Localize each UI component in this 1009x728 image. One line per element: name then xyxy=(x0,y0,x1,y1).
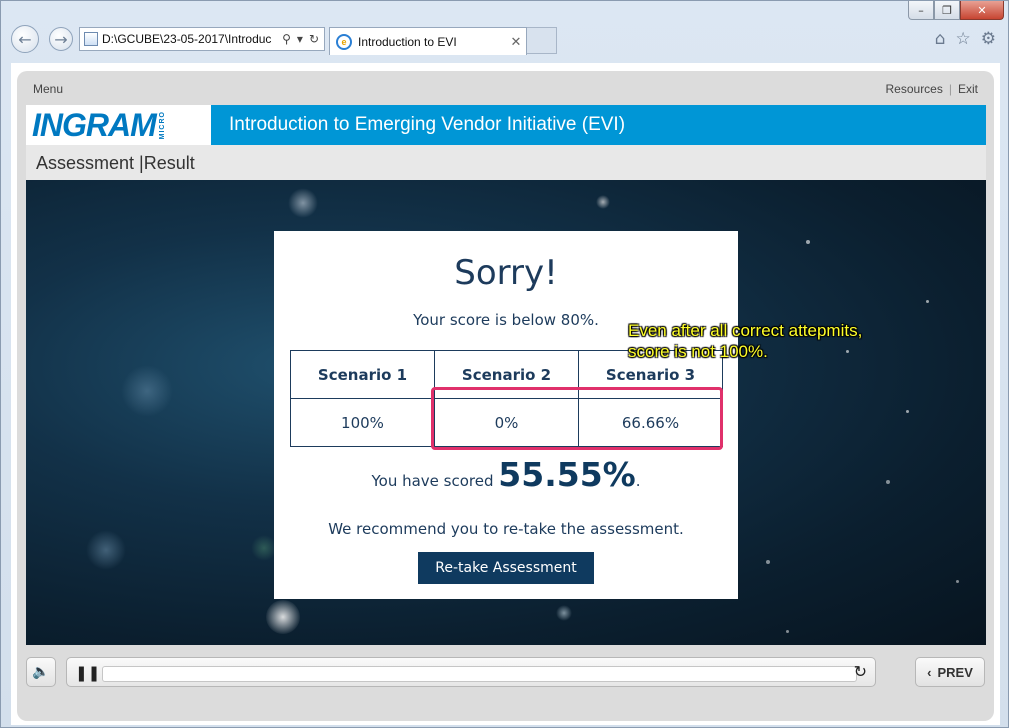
annotation-note: Even after all correct attepmits, score … xyxy=(628,320,898,362)
exit-link[interactable]: Exit xyxy=(958,82,978,96)
page-icon xyxy=(84,32,98,46)
scenario-1-score: 100% xyxy=(290,398,435,447)
ingram-micro-logo: INGRAM MICRO xyxy=(26,105,211,145)
course-player: Menu Resources | Exit INGRAM MICRO Intro… xyxy=(17,71,994,721)
course-title: Introduction to Emerging Vendor Initiati… xyxy=(229,114,626,135)
breadcrumb: Assessment |Result xyxy=(26,145,986,181)
separator: | xyxy=(948,82,952,96)
seek-bar-container: ❚❚ ↻ xyxy=(66,657,876,687)
refresh-icon[interactable]: ↻ xyxy=(309,32,319,46)
address-text[interactable]: D:\GCUBE\23-05-2017\Introduc xyxy=(102,32,282,46)
new-tab-button[interactable] xyxy=(527,27,557,54)
browser-tab[interactable]: e Introduction to EVI ✕ xyxy=(329,27,527,55)
progress-bar[interactable] xyxy=(102,666,857,682)
ie-logo-icon: e xyxy=(336,33,352,50)
settings-gear-icon[interactable]: ⚙ xyxy=(981,29,996,49)
speaker-icon: 🔈 xyxy=(32,664,50,680)
resources-link[interactable]: Resources xyxy=(886,82,943,96)
annotation-line-2: score is not 100%. xyxy=(628,342,768,361)
restore-icon[interactable]: ❐ xyxy=(934,1,960,20)
slide-stage: Sorry! Your score is below 80%. Scenario… xyxy=(26,180,986,645)
back-button[interactable]: ← xyxy=(11,25,39,53)
playback-controls: 🔈 ❚❚ ↻ ‹ PREV xyxy=(26,657,986,693)
dropdown-icon[interactable]: ▾ xyxy=(297,32,303,46)
tab-close-icon[interactable]: ✕ xyxy=(506,34,526,50)
scenario-1-header: Scenario 1 xyxy=(290,350,435,399)
close-icon[interactable]: ✕ xyxy=(960,1,1004,20)
retake-assessment-button[interactable]: Re-take Assessment xyxy=(418,552,594,584)
replay-icon[interactable]: ↻ xyxy=(854,662,867,681)
prev-button[interactable]: ‹ PREV xyxy=(915,657,985,687)
result-title: Sorry! xyxy=(454,253,558,293)
address-bar[interactable]: D:\GCUBE\23-05-2017\Introduc ⚲ ▾ ↻ xyxy=(79,27,325,51)
minimize-icon[interactable]: – xyxy=(908,1,934,20)
total-prefix: You have scored xyxy=(371,472,499,490)
page-viewport: Menu Resources | Exit INGRAM MICRO Intro… xyxy=(11,63,1000,725)
total-score-value: 55.55% xyxy=(498,455,636,494)
total-suffix: . xyxy=(635,472,641,490)
pause-icon[interactable]: ❚❚ xyxy=(75,664,100,682)
prev-label: PREV xyxy=(937,664,973,680)
volume-button[interactable]: 🔈 xyxy=(26,657,56,687)
course-header: INGRAM MICRO Introduction to Emerging Ve… xyxy=(26,105,986,145)
annotation-line-1: Even after all correct attepmits, xyxy=(628,321,863,340)
forward-arrow-icon: → xyxy=(54,29,68,49)
annotation-highlight-box xyxy=(431,387,723,450)
chevron-left-icon: ‹ xyxy=(927,664,932,680)
home-icon[interactable]: ⌂ xyxy=(935,29,946,49)
recommendation-text: We recommend you to re-take the assessme… xyxy=(328,520,684,538)
favorites-star-icon[interactable]: ☆ xyxy=(956,29,971,49)
player-menu-bar: Menu Resources | Exit xyxy=(17,71,994,105)
total-score-line: You have scored 55.55%. xyxy=(274,455,738,494)
forward-button[interactable]: → xyxy=(49,27,73,51)
back-arrow-icon: ← xyxy=(18,29,32,49)
window-controls: – ❐ ✕ xyxy=(908,1,1004,20)
logo-wordmark: INGRAM xyxy=(32,106,157,143)
browser-window: – ❐ ✕ ← → D:\GCUBE\23-05-2017\Introduc ⚲… xyxy=(0,0,1009,728)
tab-title: Introduction to EVI xyxy=(358,34,457,49)
logo-micro-text: MICRO xyxy=(158,110,166,140)
menu-link[interactable]: Menu xyxy=(33,82,63,96)
search-icon[interactable]: ⚲ xyxy=(282,32,291,46)
